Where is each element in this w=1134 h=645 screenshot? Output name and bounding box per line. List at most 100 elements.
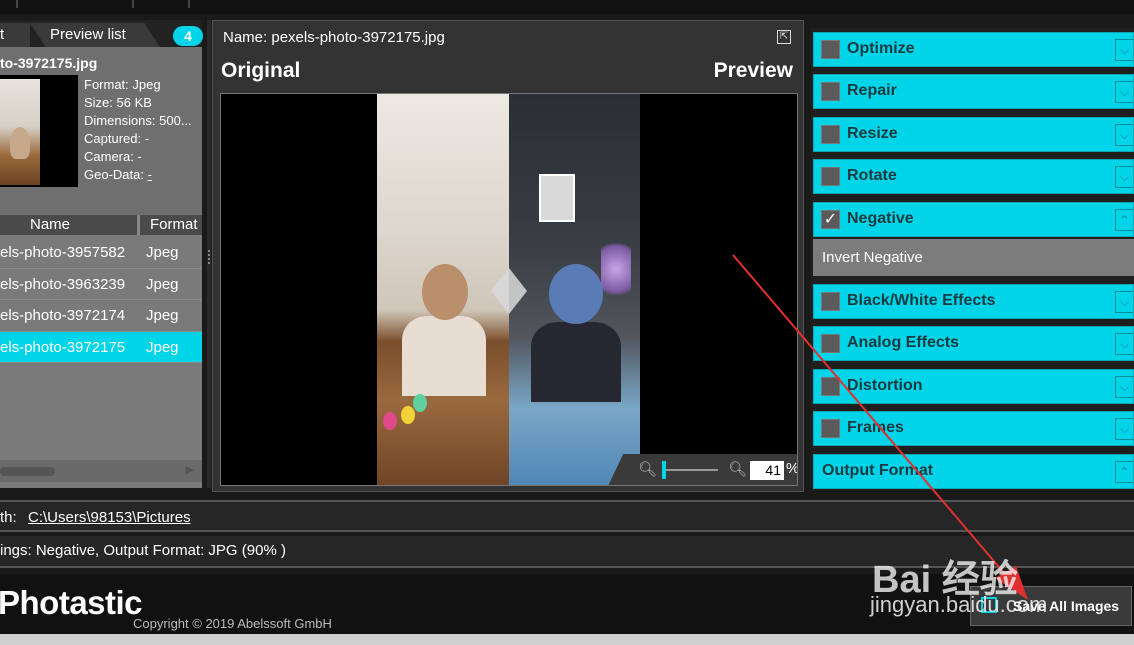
effect-distortion[interactable]: Distortion ⌵ (813, 369, 1134, 404)
meta-dimensions: Dimensions: 500... (84, 113, 192, 128)
optimize-checkbox[interactable] (821, 40, 840, 59)
resize-checkbox[interactable] (821, 125, 840, 144)
row-format: Jpeg (146, 338, 179, 356)
repair-checkbox[interactable] (821, 82, 840, 101)
thumbnail-subject (10, 127, 30, 159)
egg (401, 406, 415, 424)
distortion-checkbox[interactable] (821, 377, 840, 396)
tab-preview-list[interactable]: Preview list (30, 23, 160, 47)
save-all-label: Save All Images (1013, 598, 1120, 614)
effect-label: Resize (847, 125, 898, 142)
path-label: th: (0, 509, 17, 526)
zoom-controls: 🔍︎ 🔍︎ 41 % (608, 454, 797, 485)
zoom-input[interactable]: 41 (750, 461, 784, 480)
effect-black-white[interactable]: Black/White Effects ⌵ (813, 284, 1134, 319)
preview-heading: Preview (713, 59, 793, 82)
column-header-name[interactable]: Name (30, 216, 70, 233)
zoom-in-icon[interactable]: 🔍︎ (728, 460, 747, 478)
black-white-checkbox[interactable] (821, 292, 840, 311)
horizontal-scrollbar[interactable]: ▶ (0, 460, 202, 482)
column-header-format[interactable]: Format (150, 216, 198, 233)
original-subject-head (422, 264, 468, 320)
chevron-up-icon[interactable]: ⌃ (1115, 461, 1133, 483)
chevron-up-icon[interactable]: ⌃ (1115, 209, 1133, 231)
top-strip (0, 0, 1134, 14)
image-name-label: Name: pexels-photo-3972175.jpg (223, 29, 445, 46)
file-metadata: Format: Jpeg Size: 56 KB Dimensions: 500… (84, 76, 202, 184)
effect-label: Rotate (847, 167, 897, 184)
image-comparison-viewer[interactable]: 🔍︎ 🔍︎ 41 % (220, 93, 798, 486)
meta-captured: Captured: - (84, 131, 150, 146)
tab-list[interactable]: t (0, 23, 30, 47)
row-format: Jpeg (146, 307, 179, 324)
bottom-strip (0, 634, 1134, 645)
table-row[interactable]: els-photo-3972174 Jpeg (0, 300, 202, 332)
zoom-out-icon[interactable]: 🔍︎ (638, 460, 657, 478)
preview-subject-head (549, 264, 603, 324)
output-format-section[interactable]: Output Format ⌃ (813, 454, 1134, 489)
top-strip-segment (134, 0, 190, 8)
negative-checkbox-checked[interactable]: ✓ (821, 210, 840, 229)
effect-label: Frames (847, 419, 904, 436)
egg (413, 394, 427, 412)
geo-data-link[interactable]: - (148, 167, 152, 182)
chevron-down-icon[interactable]: ⌵ (1115, 166, 1133, 188)
left-panel: t Preview list 4 to-3972175.jpg Format: … (0, 20, 203, 488)
effect-label: Distortion (847, 377, 923, 394)
scrollbar-thumb[interactable] (0, 467, 55, 476)
row-format: Jpeg (146, 275, 179, 293)
invert-negative-option[interactable]: Invert Negative (813, 239, 1134, 276)
effect-repair[interactable]: Repair ⌵ (813, 74, 1134, 109)
effect-negative[interactable]: ✓ Negative ⌃ (813, 202, 1134, 237)
file-thumbnail (0, 75, 78, 187)
effect-analog[interactable]: Analog Effects ⌵ (813, 326, 1134, 361)
panel-splitter[interactable] (207, 20, 211, 488)
preview-area: Name: pexels-photo-3972175.jpg ⇱ Origina… (212, 20, 804, 492)
meta-camera: Camera: - (84, 149, 142, 164)
effect-resize[interactable]: Resize ⌵ (813, 117, 1134, 152)
file-list-header: Name Format (0, 215, 202, 235)
frames-checkbox[interactable] (821, 419, 840, 438)
effect-label: Optimize (847, 40, 915, 57)
thumbnail-image (0, 79, 40, 185)
output-format-label: Output Format (822, 462, 934, 479)
chevron-down-icon[interactable]: ⌵ (1115, 124, 1133, 146)
chevron-down-icon[interactable]: ⌵ (1115, 333, 1133, 355)
table-row-selected[interactable]: els-photo-3972175 Jpeg (0, 331, 202, 363)
save-all-images-button[interactable]: Save All Images (970, 586, 1132, 626)
chevron-down-icon[interactable]: ⌵ (1115, 291, 1133, 313)
meta-geo-label: Geo-Data: (84, 167, 148, 182)
original-image (377, 94, 509, 485)
effect-frames[interactable]: Frames ⌵ (813, 411, 1134, 446)
zoom-slider[interactable] (662, 469, 718, 471)
row-name: els-photo-3957582 (0, 244, 126, 261)
table-row[interactable]: els-photo-3963239 Jpeg (0, 268, 202, 300)
table-row[interactable]: els-photo-3957582 Jpeg (0, 237, 202, 269)
top-strip-segment (18, 0, 134, 8)
rotate-checkbox[interactable] (821, 167, 840, 186)
expand-icon[interactable]: ⇱ (777, 30, 791, 44)
preview-image (509, 94, 640, 485)
effect-rotate[interactable]: Rotate ⌵ (813, 159, 1134, 194)
chevron-down-icon[interactable]: ⌵ (1115, 376, 1133, 398)
footer: Photastic Copyright © 2019 Abelssoft Gmb… (0, 574, 1134, 634)
effect-label: Black/White Effects (847, 292, 996, 309)
scroll-right-icon[interactable]: ▶ (186, 463, 194, 476)
preview-count-badge: 4 (173, 26, 203, 46)
effect-label: Repair (847, 82, 897, 99)
zoom-unit: % (786, 460, 797, 477)
info-filename: to-3972175.jpg (0, 55, 98, 71)
effect-optimize[interactable]: Optimize ⌵ (813, 32, 1134, 67)
chevron-down-icon[interactable]: ⌵ (1115, 418, 1133, 440)
effects-panel: Optimize ⌵ Repair ⌵ Resize ⌵ Rotate ⌵ ✓ … (811, 28, 1134, 490)
output-path-bar: th: C:\Users\98153\Pictures (0, 500, 1134, 532)
analog-checkbox[interactable] (821, 334, 840, 353)
meta-size: Size: 56 KB (84, 95, 152, 110)
output-path-link[interactable]: C:\Users\98153\Pictures (28, 509, 191, 526)
chevron-down-icon[interactable]: ⌵ (1115, 39, 1133, 61)
column-divider[interactable] (137, 215, 140, 235)
splitter-grip-icon[interactable] (208, 250, 210, 264)
zoom-slider-knob[interactable] (662, 461, 666, 479)
tab-bar: t Preview list 4 (0, 20, 203, 47)
chevron-down-icon[interactable]: ⌵ (1115, 81, 1133, 103)
